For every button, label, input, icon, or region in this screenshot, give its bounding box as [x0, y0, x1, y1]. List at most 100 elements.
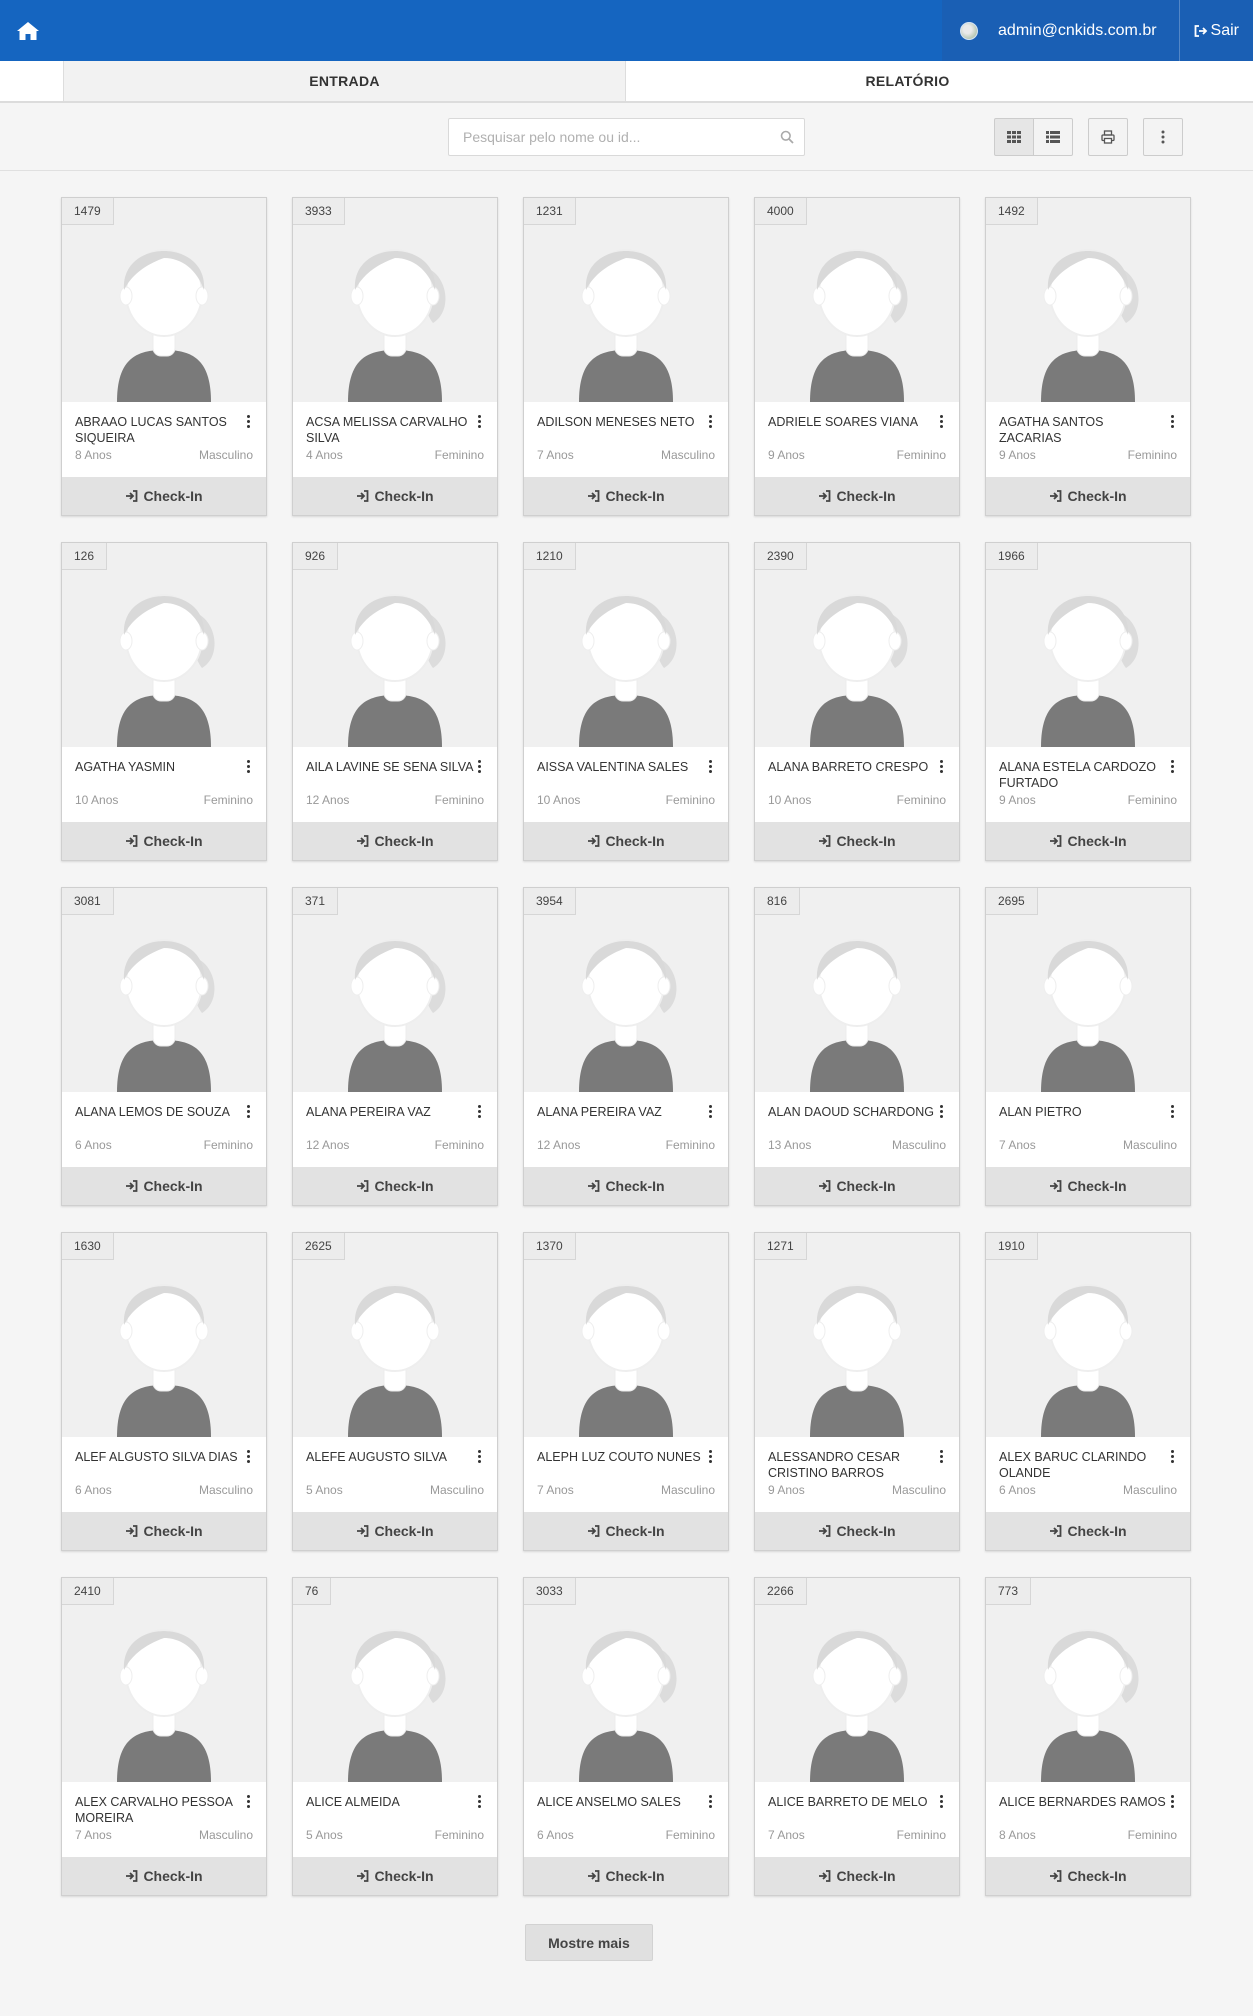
check-in-label: Check-In: [605, 833, 665, 849]
child-card: 1231 ADILSON MENESES NETO 7 Anos Masculi…: [523, 197, 729, 516]
check-in-button[interactable]: Check-In: [524, 1857, 728, 1895]
check-in-button[interactable]: Check-In: [755, 1512, 959, 1550]
check-in-button[interactable]: Check-In: [293, 477, 497, 515]
check-in-button[interactable]: Check-In: [62, 1512, 266, 1550]
check-in-button[interactable]: Check-In: [524, 477, 728, 515]
list-view-button[interactable]: [1033, 118, 1073, 156]
card-menu-icon[interactable]: [478, 415, 482, 429]
check-in-button[interactable]: Check-In: [755, 1857, 959, 1895]
avatar-placeholder: [293, 543, 497, 747]
child-sex: Masculino: [891, 1483, 946, 1497]
check-in-button[interactable]: Check-In: [986, 1857, 1190, 1895]
child-sex: Feminino: [896, 448, 946, 462]
card-menu-icon[interactable]: [247, 1105, 251, 1119]
card-menu-icon[interactable]: [940, 1795, 944, 1809]
logout-button[interactable]: Sair: [1180, 0, 1253, 61]
child-sex: Masculino: [1122, 1138, 1177, 1152]
card-menu-icon[interactable]: [940, 415, 944, 429]
child-info: ALESSANDRO CESAR CRISTINO BARROS 9 Anos …: [755, 1437, 959, 1512]
check-in-button[interactable]: Check-In: [293, 1512, 497, 1550]
card-menu-icon[interactable]: [709, 1450, 713, 1464]
child-card: 1210 AISSA VALENTINA SALES 10 Anos Femin…: [523, 542, 729, 861]
child-info: ALANA PEREIRA VAZ 12 Anos Feminino: [293, 1092, 497, 1167]
card-menu-icon[interactable]: [247, 415, 251, 429]
card-menu-icon[interactable]: [940, 760, 944, 774]
home-icon: [16, 21, 39, 40]
tab-entrada[interactable]: ENTRADA: [63, 61, 626, 101]
child-info: ADILSON MENESES NETO 7 Anos Masculino: [524, 402, 728, 477]
card-menu-icon[interactable]: [1171, 1105, 1175, 1119]
child-sex: Masculino: [660, 1483, 715, 1497]
avatar-placeholder: [755, 888, 959, 1092]
child-name: ALICE BERNARDES RAMOS: [999, 1795, 1166, 1809]
children-grid: 1479 ABRAAO LUCAS SANTOS SIQUEIRA 8 Anos…: [61, 197, 1193, 1896]
child-sex: Feminino: [1127, 1828, 1177, 1842]
card-menu-icon[interactable]: [478, 760, 482, 774]
show-more-button[interactable]: Mostre mais: [525, 1924, 653, 1961]
check-in-button[interactable]: Check-In: [755, 1167, 959, 1205]
card-menu-icon[interactable]: [478, 1795, 482, 1809]
card-menu-icon[interactable]: [709, 760, 713, 774]
print-button[interactable]: [1088, 118, 1128, 156]
child-id-badge: 926: [293, 543, 339, 570]
card-menu-icon[interactable]: [940, 1105, 944, 1119]
check-in-button[interactable]: Check-In: [293, 822, 497, 860]
check-in-button[interactable]: Check-In: [62, 1857, 266, 1895]
card-menu-icon[interactable]: [247, 760, 251, 774]
user-email[interactable]: admin@cnkids.com.br: [998, 0, 1180, 61]
card-menu-icon[interactable]: [940, 1450, 944, 1464]
avatar-placeholder: [986, 543, 1190, 747]
check-in-label: Check-In: [836, 1178, 896, 1194]
tab-relatorio[interactable]: RELATÓRIO: [626, 61, 1189, 101]
child-id-badge: 773: [986, 1578, 1032, 1605]
check-in-button[interactable]: Check-In: [524, 1167, 728, 1205]
check-in-button[interactable]: Check-In: [62, 822, 266, 860]
child-name: ADRIELE SOARES VIANA: [768, 415, 919, 429]
check-in-button[interactable]: Check-In: [986, 477, 1190, 515]
check-in-button[interactable]: Check-In: [524, 822, 728, 860]
check-in-button[interactable]: Check-In: [755, 477, 959, 515]
language-flag-icon[interactable]: [960, 21, 979, 40]
home-button[interactable]: [0, 0, 55, 61]
grid-view-button[interactable]: [994, 118, 1034, 156]
child-age: 12 Anos: [306, 793, 350, 807]
card-menu-icon[interactable]: [1171, 1450, 1175, 1464]
card-menu-icon[interactable]: [247, 1450, 251, 1464]
child-id-badge: 2695: [986, 888, 1038, 915]
child-info: ALANA PEREIRA VAZ 12 Anos Feminino: [524, 1092, 728, 1167]
print-icon: [1101, 130, 1115, 144]
check-in-button[interactable]: Check-In: [755, 822, 959, 860]
check-in-button[interactable]: Check-In: [986, 1167, 1190, 1205]
sign-in-icon: [819, 1180, 831, 1192]
check-in-button[interactable]: Check-In: [62, 477, 266, 515]
check-in-button[interactable]: Check-In: [293, 1857, 497, 1895]
avatar-placeholder: [293, 1578, 497, 1782]
check-in-button[interactable]: Check-In: [986, 822, 1190, 860]
search-icon[interactable]: [780, 130, 794, 144]
card-menu-icon[interactable]: [1171, 415, 1175, 429]
child-age: 9 Anos: [999, 448, 1036, 462]
avatar-placeholder: [524, 198, 728, 402]
check-in-label: Check-In: [374, 488, 434, 504]
check-in-label: Check-In: [1067, 488, 1127, 504]
top-navbar: admin@cnkids.com.br Sair: [0, 0, 1253, 61]
check-in-button[interactable]: Check-In: [524, 1512, 728, 1550]
search-input[interactable]: [449, 119, 749, 155]
card-menu-icon[interactable]: [709, 1105, 713, 1119]
check-in-button[interactable]: Check-In: [293, 1167, 497, 1205]
card-menu-icon[interactable]: [247, 1795, 251, 1809]
card-menu-icon[interactable]: [709, 1795, 713, 1809]
sign-in-icon: [357, 835, 369, 847]
card-menu-icon[interactable]: [1171, 1795, 1175, 1809]
card-menu-icon[interactable]: [478, 1450, 482, 1464]
more-options-button[interactable]: [1143, 118, 1183, 156]
check-in-button[interactable]: Check-In: [986, 1512, 1190, 1550]
card-menu-icon[interactable]: [478, 1105, 482, 1119]
child-name: ALEF ALGUSTO SILVA DIAS: [75, 1450, 238, 1464]
card-menu-icon[interactable]: [1171, 760, 1175, 774]
card-menu-icon[interactable]: [709, 415, 713, 429]
child-name: AISSA VALENTINA SALES: [537, 760, 689, 774]
check-in-button[interactable]: Check-In: [62, 1167, 266, 1205]
check-in-label: Check-In: [143, 1178, 203, 1194]
sign-in-icon: [819, 490, 831, 502]
